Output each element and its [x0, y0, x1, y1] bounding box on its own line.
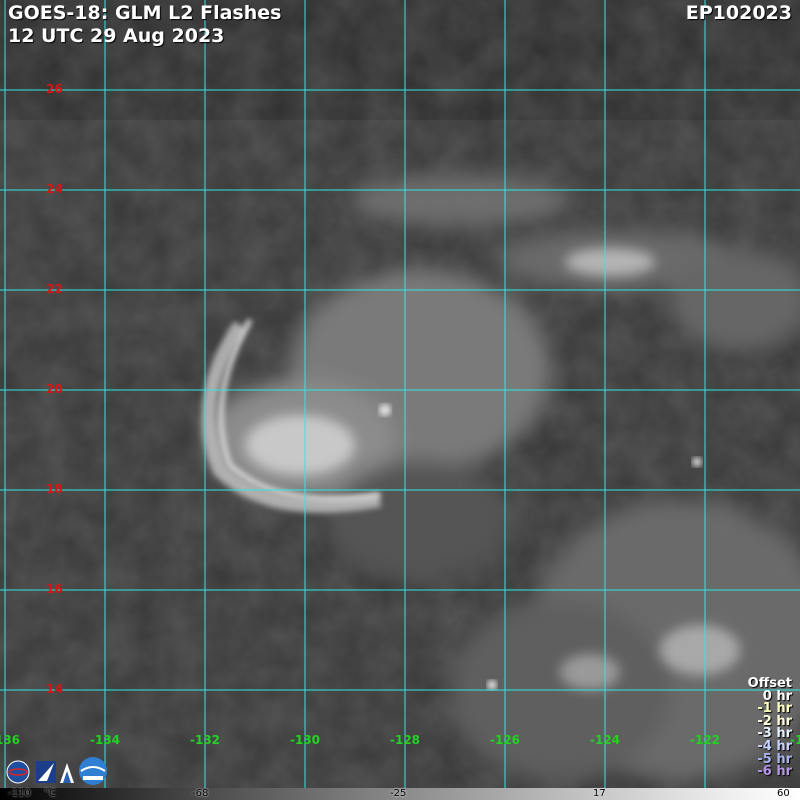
latitude-label: 20 — [46, 382, 63, 396]
satellite-map: 26 24 22 20 18 16 14 -136 -134 -132 -130 -128 -126 -… — [0, 0, 800, 800]
latitude-label: 24 — [46, 182, 63, 196]
storm-id: EP102023 — [685, 2, 792, 24]
longitude-label: -122 — [689, 733, 721, 747]
legend-item: -6 hr — [757, 764, 792, 780]
longitude-label: -128 — [389, 733, 421, 747]
colorbar-tick: -110 — [8, 788, 31, 799]
longitude-label: -134 — [89, 733, 121, 747]
longitude-label: -130 — [289, 733, 321, 747]
longitude-label: -124 — [589, 733, 621, 747]
colorbar-tick: -68 — [192, 788, 209, 799]
latitude-label: 22 — [46, 282, 63, 296]
cira-logo-icon — [60, 763, 74, 783]
nasa-logo-icon — [6, 760, 30, 784]
colorbar-tick: 17 — [593, 788, 606, 799]
latitude-label: 18 — [46, 482, 63, 496]
timestamp: 12 UTC 29 Aug 2023 — [8, 25, 225, 47]
latlon-grid — [0, 0, 800, 788]
longitude-label: -126 — [489, 733, 521, 747]
colorbar-unit: °C — [44, 788, 56, 799]
colorbar-tick: 60 — [777, 788, 790, 799]
longitude-label: -132 — [189, 733, 221, 747]
latitude-label: 16 — [46, 582, 63, 596]
latitude-label: 14 — [46, 682, 63, 696]
colorbar-tick: -25 — [390, 788, 407, 799]
agency-logos — [6, 757, 107, 785]
rammb-logo-icon — [79, 757, 107, 785]
offset-legend: Offset 0 hr -1 hr -2 hr -3 hr -4 hr -5 hr -6 h… — [748, 677, 792, 780]
longitude-label: -136 — [0, 733, 21, 747]
product-title: GOES-18: GLM L2 Flashes — [8, 2, 282, 24]
latitude-label: 26 — [46, 82, 63, 96]
noaa-logo-icon — [36, 761, 56, 783]
